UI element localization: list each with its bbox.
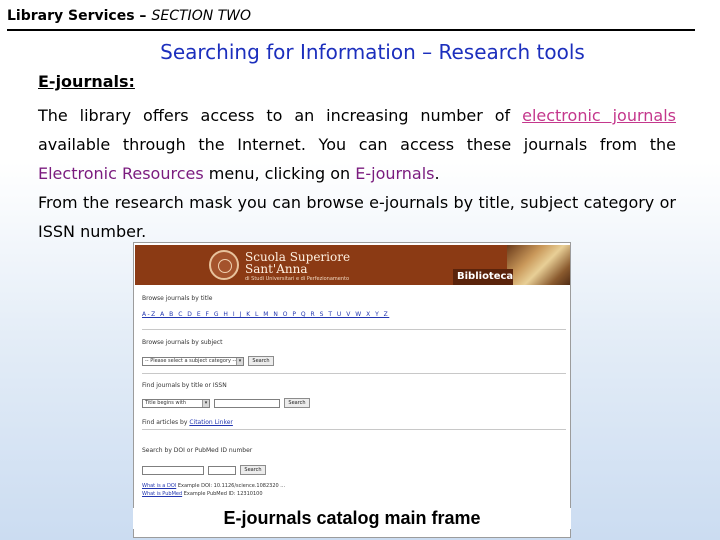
subject-search-button[interactable]: Search xyxy=(248,356,274,366)
find-articles-label: Find articles by Citation Linker xyxy=(142,419,233,426)
library-banner: Scuola Superiore Sant'Anna di Studi Univ… xyxy=(135,245,570,285)
slide-title: Searching for Information – Research too… xyxy=(160,40,585,64)
what-is-pubmed-link[interactable]: What is PubMed xyxy=(142,491,182,497)
find-articles-text: Find articles by xyxy=(142,419,188,426)
body-text-part: . xyxy=(434,164,440,183)
doi-input-2[interactable] xyxy=(208,466,236,475)
find-journals-label: Find journals by title or ISSN xyxy=(142,382,227,389)
electronic-resources-menu-ref: Electronic Resources xyxy=(38,164,204,183)
body-text-part: The library offers access to an increasi… xyxy=(38,106,523,125)
browse-subject-label: Browse journals by subject xyxy=(142,339,223,346)
screenshot-caption: E-journals catalog main frame xyxy=(133,508,571,529)
title-search-input[interactable] xyxy=(214,399,280,408)
subject-select-value: -- Please select a subject category -- xyxy=(145,358,237,364)
doi-help-line: What is a DOI Example DOI: 10.1126/scien… xyxy=(142,483,285,489)
section-heading: E-journals: xyxy=(38,72,135,91)
body-text-part: From the research mask you can browse e-… xyxy=(38,193,676,241)
what-is-doi-link[interactable]: What is a DOI xyxy=(142,483,176,489)
e-journals-item-ref: E-journals xyxy=(355,164,435,183)
pubmed-example-text: Example PubMed ID: 12310100 xyxy=(183,491,263,497)
title-match-select[interactable]: Title begins with ▾ xyxy=(142,399,210,408)
header-course: Library Services – xyxy=(7,8,147,24)
divider xyxy=(142,329,566,330)
institution-name-line3: di Studi Universitari e di Perfezionamen… xyxy=(245,276,350,282)
library-photo xyxy=(507,245,570,285)
chevron-down-icon: ▾ xyxy=(202,400,209,407)
title-search-button[interactable]: Search xyxy=(284,398,310,408)
header-section: SECTION TWO xyxy=(151,8,252,24)
institution-name-line2: Sant'Anna xyxy=(245,262,308,276)
doi-example-text: Example DOI: 10.1126/science.1082320 ... xyxy=(177,483,286,489)
doi-input[interactable] xyxy=(142,466,204,475)
divider xyxy=(142,429,566,430)
body-text-part: available through the Internet. You can … xyxy=(38,135,676,154)
biblioteca-label: Biblioteca xyxy=(453,269,513,285)
electronic-journals-link[interactable]: electronic journals xyxy=(522,106,676,125)
az-links[interactable]: A-Z A B C D E F G H I J K L M N O P Q R … xyxy=(142,311,389,318)
subject-select[interactable]: -- Please select a subject category -- ▾ xyxy=(142,357,244,366)
doi-search-button[interactable]: Search xyxy=(240,465,266,475)
citation-linker-link[interactable]: Citation Linker xyxy=(189,419,233,426)
body-paragraph: The library offers access to an increasi… xyxy=(38,101,676,246)
institution-seal-icon xyxy=(209,250,239,280)
catalog-screenshot: Scuola Superiore Sant'Anna di Studi Univ… xyxy=(133,242,571,538)
divider xyxy=(142,373,566,374)
chevron-down-icon: ▾ xyxy=(236,358,243,365)
pubmed-help-line: What is PubMed Example PubMed ID: 123101… xyxy=(142,491,263,497)
slide-header: Library Services – SECTION TWO xyxy=(7,5,695,31)
browse-title-label: Browse journals by title xyxy=(142,295,213,302)
body-text-part: menu, clicking on xyxy=(203,164,356,183)
doi-label: Search by DOI or PubMed ID number xyxy=(142,447,253,454)
title-match-value: Title begins with xyxy=(145,400,187,406)
